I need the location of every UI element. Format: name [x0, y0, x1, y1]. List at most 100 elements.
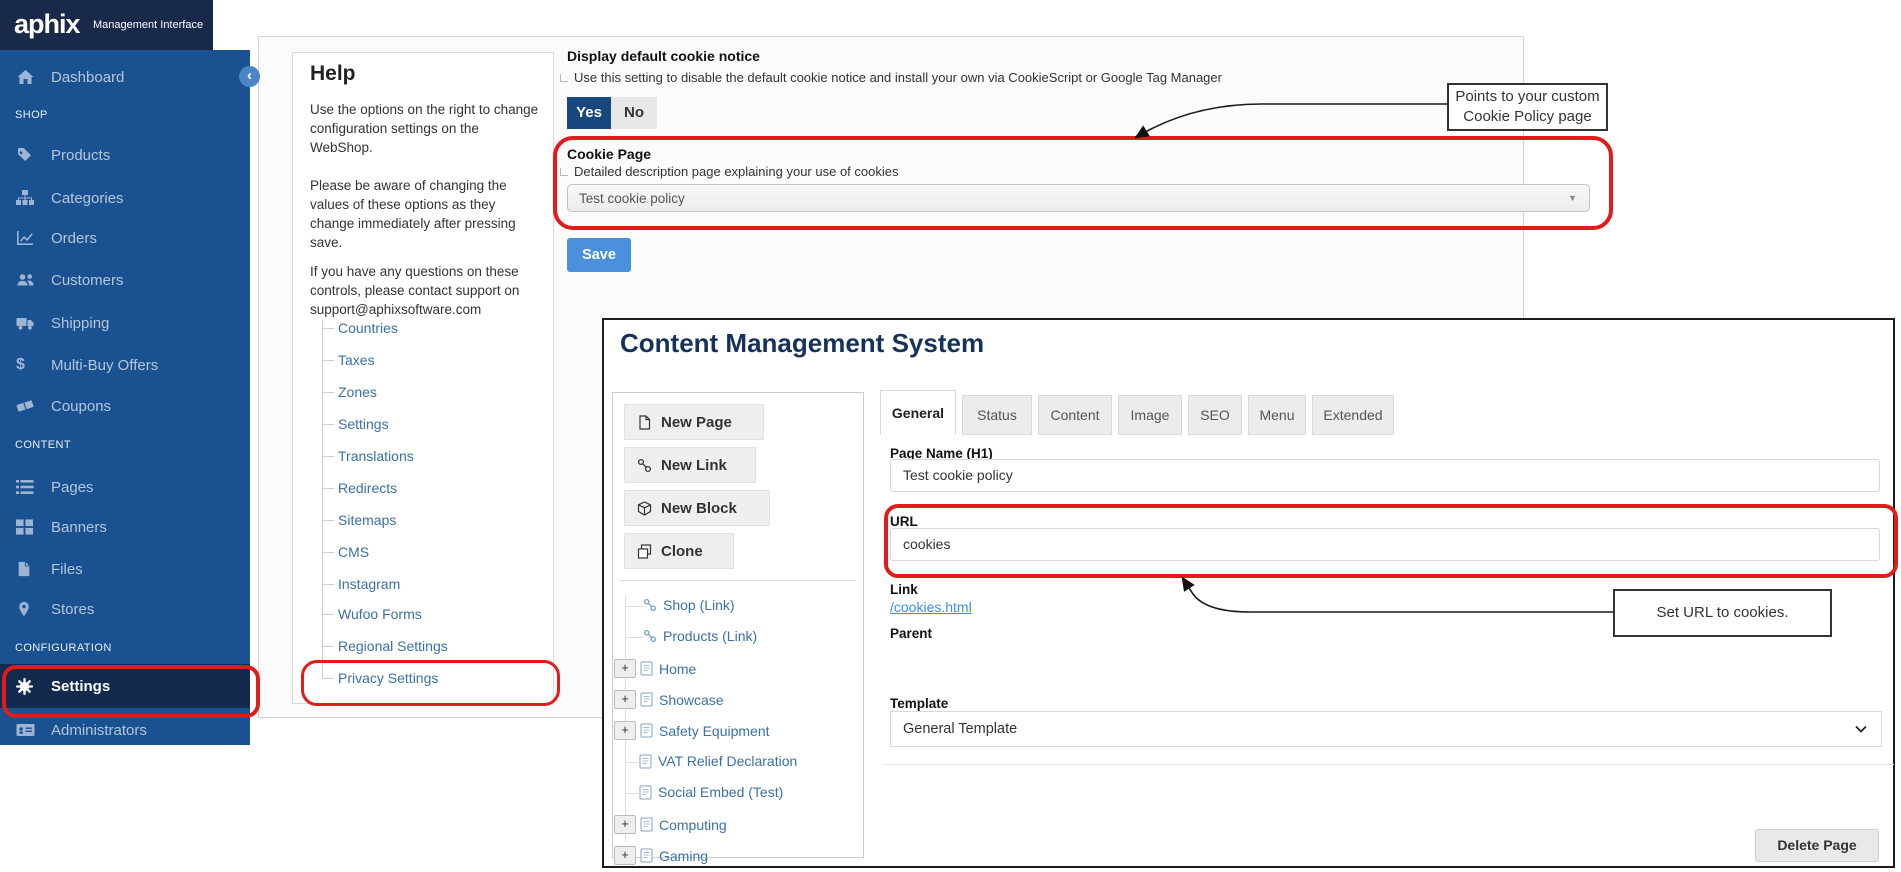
new-link-button[interactable]: New Link — [624, 447, 756, 483]
cookie-notice-yes-button[interactable]: Yes — [567, 97, 611, 129]
expand-icon[interactable]: + — [614, 721, 636, 740]
expand-icon[interactable]: + — [614, 659, 636, 678]
sidebar-item-customers[interactable]: Customers — [0, 260, 250, 300]
sidebar-item-dashboard[interactable]: Dashboard — [0, 57, 250, 97]
clone-button[interactable]: Clone — [624, 533, 734, 569]
file-icon — [16, 561, 38, 577]
new-page-icon — [637, 415, 652, 430]
sidebar-item-orders[interactable]: Orders — [0, 218, 250, 258]
help-link-regional-settings[interactable]: Regional Settings — [338, 638, 448, 654]
sidebar-collapse-button[interactable]: ‹ — [239, 66, 260, 87]
clone-icon — [637, 544, 652, 559]
help-link-instagram[interactable]: Instagram — [338, 576, 400, 592]
help-link-settings[interactable]: Settings — [338, 416, 389, 432]
sidebar-item-label: Stores — [51, 601, 94, 618]
page-link[interactable]: /cookies.html — [890, 599, 972, 615]
sidebar-section-content: CONTENT — [15, 439, 71, 451]
sidebar-item-label: Administrators — [51, 722, 147, 739]
expand-icon[interactable]: + — [614, 815, 636, 834]
tags-icon — [16, 147, 38, 163]
sidebar-item-label: Settings — [51, 678, 110, 695]
tab-image[interactable]: Image — [1118, 395, 1182, 435]
expand-icon[interactable]: + — [614, 690, 636, 709]
delete-page-button[interactable]: Delete Page — [1755, 829, 1879, 862]
help-link-sitemaps[interactable]: Sitemaps — [338, 512, 396, 528]
sidebar-item-pages[interactable]: Pages — [0, 467, 250, 507]
tab-general[interactable]: General — [880, 390, 956, 435]
tree-item-home[interactable]: + Home — [614, 659, 696, 678]
tab-content[interactable]: Content — [1038, 395, 1112, 435]
sidebar: Dashboard SHOP Products Categories Order… — [0, 50, 250, 745]
cookie-notice-description: Use this setting to disable the default … — [560, 70, 1222, 85]
sidebar-item-administrators[interactable]: Administrators — [0, 710, 250, 750]
tab-seo[interactable]: SEO — [1188, 395, 1242, 435]
id-card-icon — [16, 722, 38, 738]
link-icon — [643, 598, 657, 612]
sidebar-item-multi-buy-offers[interactable]: $ Multi-Buy Offers — [0, 345, 250, 385]
sidebar-section-configuration: CONFIGURATION — [15, 642, 112, 654]
expand-icon[interactable]: + — [614, 846, 636, 865]
url-input[interactable]: cookies — [890, 528, 1880, 561]
map-pin-icon — [16, 601, 38, 617]
tree-item-social-embed-test[interactable]: Social Embed (Test) — [639, 784, 783, 800]
page-icon — [640, 692, 653, 707]
sidebar-item-banners[interactable]: Banners — [0, 507, 250, 547]
sitemap-icon — [16, 190, 38, 206]
tab-status[interactable]: Status — [962, 395, 1032, 435]
home-icon — [16, 69, 38, 85]
template-select[interactable]: General Template — [890, 711, 1882, 747]
new-block-button[interactable]: New Block — [624, 490, 770, 526]
tab-extended[interactable]: Extended — [1312, 395, 1394, 435]
sidebar-item-label: Banners — [51, 519, 107, 536]
sidebar-item-coupons[interactable]: Coupons — [0, 386, 250, 426]
parent-label: Parent — [890, 626, 932, 641]
sidebar-item-label: Coupons — [51, 398, 111, 415]
tree-item-shop-link[interactable]: Shop (Link) — [643, 597, 735, 613]
divider — [620, 580, 856, 581]
sidebar-item-shipping[interactable]: Shipping — [0, 303, 250, 343]
help-tree-line — [322, 320, 323, 678]
tree-item-computing[interactable]: + Computing — [614, 815, 727, 834]
sidebar-item-files[interactable]: Files — [0, 549, 250, 589]
help-link-wufoo-forms[interactable]: Wufoo Forms — [338, 606, 422, 622]
new-page-button[interactable]: New Page — [624, 404, 764, 440]
sidebar-item-label: Multi-Buy Offers — [51, 357, 158, 374]
help-link-cms[interactable]: CMS — [338, 544, 369, 560]
sidebar-item-label: Dashboard — [51, 69, 124, 86]
tree-item-safety-equipment[interactable]: + Safety Equipment — [614, 721, 770, 740]
url-label: URL — [890, 514, 918, 529]
dollar-icon: $ — [16, 357, 38, 373]
sidebar-item-settings[interactable]: Settings — [0, 664, 250, 708]
help-link-translations[interactable]: Translations — [338, 448, 414, 464]
template-selected-value: General Template — [903, 721, 1017, 737]
brand-subtitle: Management Interface — [93, 19, 203, 31]
sidebar-item-products[interactable]: Products — [0, 135, 250, 175]
callout-cookie-policy: Points to your custom Cookie Policy page — [1447, 83, 1608, 131]
cookie-page-select[interactable]: Test cookie policy ▼ — [567, 184, 1590, 212]
tab-menu[interactable]: Menu — [1248, 395, 1306, 435]
tree-item-vat-relief-declaration[interactable]: VAT Relief Declaration — [639, 753, 797, 769]
page-icon — [640, 723, 653, 738]
chevron-down-icon: ▼ — [1568, 185, 1577, 212]
sidebar-item-label: Files — [51, 561, 83, 578]
tree-item-products-link[interactable]: Products (Link) — [643, 628, 757, 644]
tree-guide-line — [625, 596, 626, 841]
help-link-redirects[interactable]: Redirects — [338, 480, 397, 496]
help-link-taxes[interactable]: Taxes — [338, 352, 375, 368]
page-name-input[interactable]: Test cookie policy — [890, 459, 1880, 492]
help-title: Help — [310, 62, 356, 86]
tree-item-showcase[interactable]: + Showcase — [614, 690, 724, 709]
help-link-privacy-settings[interactable]: Privacy Settings — [338, 670, 438, 686]
cookie-page-selected-value: Test cookie policy — [579, 191, 685, 206]
settings-save-button[interactable]: Save — [567, 238, 631, 272]
cookie-notice-no-button[interactable]: No — [611, 97, 657, 129]
cookie-page-label: Cookie Page — [567, 146, 651, 162]
help-link-zones[interactable]: Zones — [338, 384, 377, 400]
page-icon — [639, 785, 652, 800]
new-block-icon — [637, 501, 652, 516]
tree-item-gaming[interactable]: + Gaming — [614, 846, 708, 865]
aphix-logo: aphix — [14, 9, 80, 40]
help-link-countries[interactable]: Countries — [338, 320, 398, 336]
sidebar-item-stores[interactable]: Stores — [0, 589, 250, 629]
sidebar-item-categories[interactable]: Categories — [0, 178, 250, 218]
